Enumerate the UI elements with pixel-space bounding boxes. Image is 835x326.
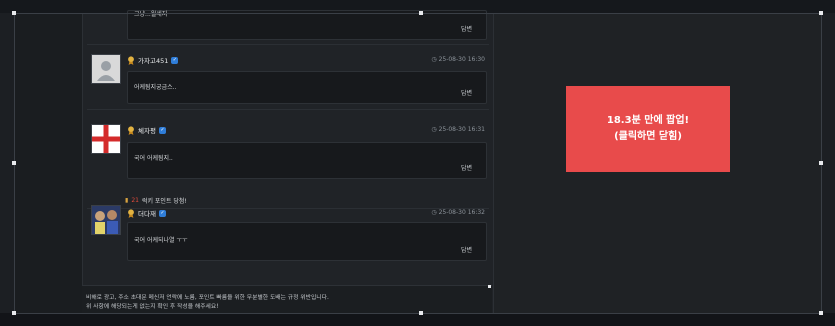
comment-author[interactable]: 가자고451 ✓ <box>127 55 179 65</box>
timestamp: ◷ 25-08-30 16:31 <box>431 126 485 133</box>
timestamp-text: 25-08-30 16:31 <box>438 126 485 133</box>
comment-text: 국어 어케됨지.. <box>134 155 173 162</box>
medal-icon <box>128 55 134 65</box>
selection-frame-top <box>14 13 821 14</box>
lucky-point-notice: ▮ 21 럭키 포인트 당첨! <box>125 196 187 205</box>
comment-text: 어케됨지궁금스.. <box>134 84 177 91</box>
point-value: 21 <box>131 197 139 204</box>
comment-bubble: 그냥...월세지 답변 <box>127 10 487 40</box>
username: 체자평 <box>138 127 156 135</box>
left-gutter <box>14 14 82 313</box>
divider <box>87 109 489 110</box>
posting-rules-notice: 비해로 광고, 주소 초대문 메신저 언락에 노름, 포인트 빠름을 위한 무분… <box>82 285 492 314</box>
verified-icon: ✓ <box>158 126 166 134</box>
resize-handle[interactable] <box>819 311 823 315</box>
username: 더다재 <box>138 210 156 218</box>
red-cross-flag <box>91 124 121 154</box>
resize-handle[interactable] <box>819 161 823 165</box>
resize-handle[interactable] <box>12 161 16 165</box>
popup-banner[interactable]: 18.3분 만에 팝업! (클릭하면 닫힘) <box>566 86 730 172</box>
comment-author[interactable]: 더다재 ✓ <box>127 208 166 218</box>
medal-icon <box>128 125 134 135</box>
timestamp: ◷ 25-08-30 16:32 <box>431 209 485 216</box>
username: 가자고451 <box>138 57 169 65</box>
clock-icon: ◷ <box>431 126 437 133</box>
photo-avatar <box>91 205 121 235</box>
medal-icon <box>128 208 134 218</box>
clock-icon: ◷ <box>431 56 437 63</box>
resize-handle[interactable] <box>12 311 16 315</box>
verified-icon: ✓ <box>171 56 179 64</box>
resize-handle[interactable] <box>488 285 491 288</box>
timestamp: ◷ 25-08-30 16:30 <box>431 56 485 63</box>
popup-title: 18.3분 만에 팝업! <box>606 115 690 126</box>
comment-bubble: 국어 어케되나열 ㅜㅜ 답변 <box>127 222 487 261</box>
selection-frame-bottom <box>14 313 821 314</box>
reply-button[interactable]: 답변 <box>461 245 472 254</box>
timestamp-text: 25-08-30 16:30 <box>438 56 485 63</box>
comments-panel: 그냥...월세지 답변 가자고451 ✓ ◷ 25-08-30 16:30 어케… <box>82 10 494 313</box>
resize-handle[interactable] <box>12 11 16 15</box>
notice-line-1: 비해로 광고, 주소 초대문 메신저 언락에 노름, 포인트 빠름을 위한 무분… <box>86 295 329 301</box>
lock-icon: ▮ <box>125 197 129 204</box>
notice-line-2: 위 사항에 해당되는게 없는지 확인 후 작성을 해주세요! <box>86 304 219 310</box>
bottom-bar <box>0 313 835 326</box>
comment-author[interactable]: 체자평 ✓ <box>127 125 166 135</box>
reply-button[interactable]: 답변 <box>461 88 472 97</box>
reply-button[interactable]: 답변 <box>461 24 472 33</box>
resize-handle[interactable] <box>419 11 423 15</box>
reply-button[interactable]: 답변 <box>461 163 472 172</box>
clock-icon: ◷ <box>431 209 437 216</box>
resize-handle[interactable] <box>819 11 823 15</box>
divider <box>87 44 489 45</box>
resize-handle[interactable] <box>419 311 423 315</box>
point-text: 럭키 포인트 당첨! <box>141 198 187 205</box>
verified-icon: ✓ <box>158 209 166 217</box>
default-avatar-icon <box>91 54 121 84</box>
comment-text: 국어 어케되나열 ㅜㅜ <box>134 237 188 244</box>
comment-bubble: 국어 어케됨지.. 답변 <box>127 142 487 179</box>
comment-bubble: 어케됨지궁금스.. 답변 <box>127 71 487 104</box>
popup-close-hint: (클릭하면 닫힘) <box>614 131 682 142</box>
timestamp-text: 25-08-30 16:32 <box>438 209 485 216</box>
